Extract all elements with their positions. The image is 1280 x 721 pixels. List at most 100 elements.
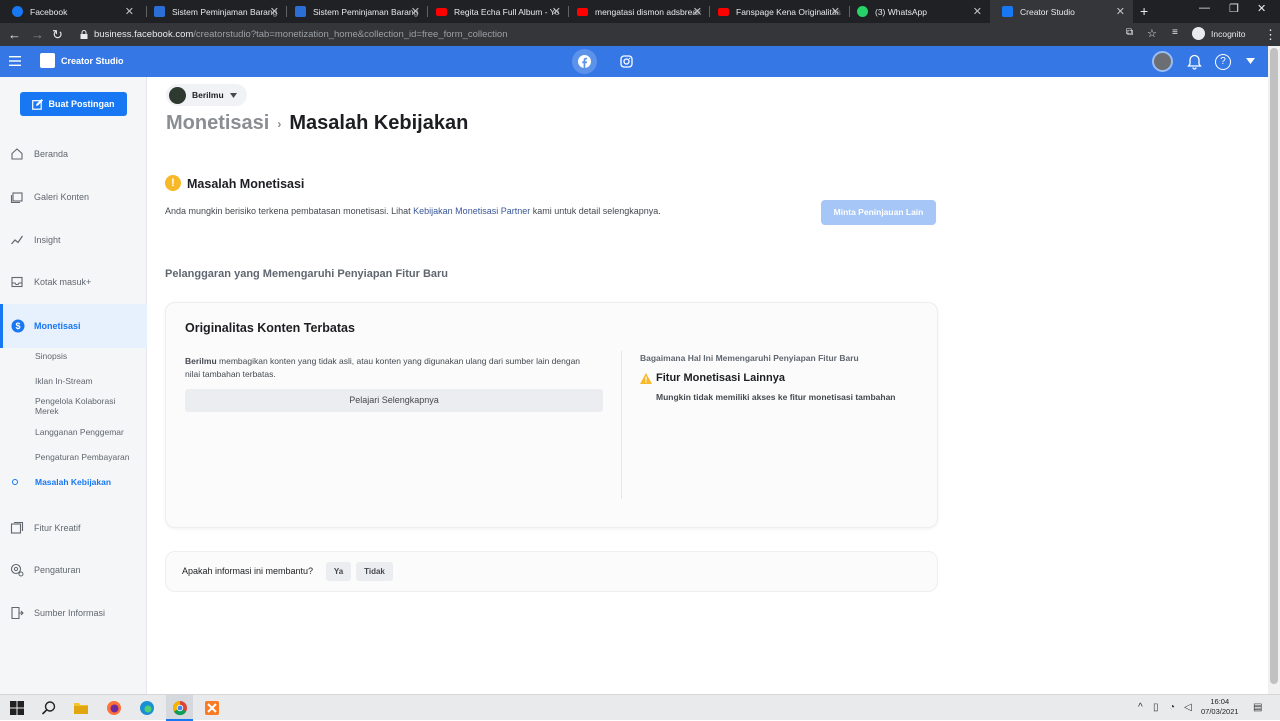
section-title: Pelanggaran yang Memengaruhi Penyiapan F…	[165, 268, 449, 280]
file-explorer-icon[interactable]	[73, 700, 89, 716]
sidebar-item-sumber-informasi[interactable]: Sumber Informasi	[0, 603, 147, 623]
sidebar: Buat Postingan Beranda Galeri Konten Ins…	[0, 77, 147, 694]
violation-description: Berilmu membagikan konten yang tidak asl…	[185, 356, 581, 379]
close-tab-icon[interactable]: ✕	[552, 5, 561, 18]
violation-title: Originalitas Konten Terbatas	[185, 321, 355, 335]
lock-icon	[80, 30, 88, 39]
page-avatar	[169, 86, 186, 104]
create-post-button[interactable]: Buat Postingan	[20, 92, 127, 116]
playlist-icon[interactable]: ≡	[1172, 27, 1178, 38]
sidebar-sub-langganan-penggemar[interactable]: Langganan Penggemar	[35, 427, 124, 437]
svg-text:$: $	[15, 321, 20, 331]
youtube-icon	[718, 7, 729, 16]
warning-triangle-icon	[640, 373, 652, 384]
impact-heading: Bagaimana Hal Ini Memengaruhi Penyiapan …	[640, 353, 859, 363]
chevron-up-icon[interactable]: ^	[1138, 702, 1143, 713]
chevron-right-icon: ›	[277, 116, 282, 131]
battery-icon[interactable]: ▯	[1153, 702, 1159, 713]
feedback-no-button[interactable]: Tidak	[356, 562, 393, 581]
tab-creator-studio[interactable]: Creator Studio ✕	[990, 0, 1133, 23]
tab-sistem-2[interactable]: Sistem Peminjaman Barang ✕	[283, 0, 428, 23]
tab-facebook[interactable]: Facebook ✕	[0, 0, 142, 23]
warning-icon: !	[165, 175, 181, 191]
learn-more-button[interactable]: Pelajari Selengkapnya	[185, 389, 603, 412]
notifications-icon[interactable]: ▤	[1253, 702, 1262, 713]
forward-icon[interactable]: →	[31, 27, 44, 42]
edge-icon[interactable]	[139, 700, 155, 716]
close-tab-icon[interactable]: ✕	[411, 5, 420, 18]
sidebar-item-monetisasi[interactable]: $ Monetisasi	[0, 304, 147, 348]
new-tab-button[interactable]: +	[1140, 3, 1148, 19]
sidebar-sub-sinopsis[interactable]: Sinopsis	[35, 351, 67, 361]
instagram-icon[interactable]	[620, 55, 633, 68]
edit-icon	[32, 98, 44, 110]
address-bar[interactable]: business.facebook.com/creatorstudio?tab=…	[75, 26, 1165, 43]
help-icon[interactable]: ?	[1215, 54, 1231, 70]
breadcrumb-parent[interactable]: Monetisasi	[166, 112, 269, 135]
windows-start-icon[interactable]	[9, 700, 25, 716]
sidebar-item-beranda[interactable]: Beranda	[0, 144, 147, 164]
creator-studio-icon	[1002, 6, 1013, 17]
dollar-icon: $	[11, 319, 25, 333]
request-review-button[interactable]: Minta Peninjauan Lain	[821, 200, 936, 225]
feedback-yes-button[interactable]: Ya	[326, 562, 351, 581]
tab-dismon[interactable]: mengatasi dismon adsbreak ✕	[565, 0, 710, 23]
gallery-icon	[10, 192, 23, 204]
creator-studio-header: Creator Studio ?	[0, 46, 1268, 77]
page-scrollbar[interactable]	[1268, 46, 1280, 694]
sidebar-sub-pengaturan-pembayaran[interactable]: Pengaturan Pembayaran	[35, 452, 130, 462]
search-icon[interactable]	[41, 700, 57, 716]
tab-fanspage[interactable]: Fanspage Kena Originalitas ✕	[706, 0, 848, 23]
tab-sistem-1[interactable]: Sistem Peminjaman Barang ✕	[142, 0, 287, 23]
wifi-icon[interactable]: ◔	[1169, 702, 1175, 713]
star-icon[interactable]: ☆	[1147, 27, 1157, 40]
feedback-card: Apakah informasi ini membantu? Ya Tidak	[165, 551, 938, 592]
sidebar-item-galeri-konten[interactable]: Galeri Konten	[0, 187, 147, 207]
close-tab-icon[interactable]: ✕	[270, 5, 279, 18]
close-tab-icon[interactable]: ✕	[693, 5, 702, 18]
firefox-icon[interactable]	[106, 700, 122, 716]
chevron-down-icon[interactable]	[1246, 58, 1255, 64]
sidebar-item-kotak-masuk[interactable]: Kotak masuk+	[0, 272, 147, 292]
profile-avatar[interactable]	[1152, 51, 1173, 72]
resources-icon	[11, 606, 24, 620]
tab-regita[interactable]: Regita Echa Full Album - Yo ✕	[424, 0, 569, 23]
sidebar-sub-pengelola-kolaborasi[interactable]: Pengelola Kolaborasi Merek	[35, 396, 130, 416]
system-clock[interactable]: 16:04 07/03/2021	[1201, 697, 1239, 717]
window-close-button[interactable]: ✕	[1257, 2, 1266, 15]
reload-icon[interactable]: ↻	[52, 27, 63, 43]
close-tab-icon[interactable]: ✕	[831, 5, 840, 18]
sidebar-sub-masalah-kebijakan[interactable]: Masalah Kebijakan	[35, 477, 111, 487]
inbox-icon	[11, 276, 23, 288]
facebook-tab-button[interactable]	[572, 49, 597, 74]
translate-icon[interactable]: ⧉	[1126, 27, 1133, 38]
chrome-icon[interactable]	[172, 700, 188, 716]
xampp-icon[interactable]	[204, 700, 220, 716]
chart-icon	[11, 235, 23, 245]
home-icon	[11, 148, 23, 160]
close-tab-icon[interactable]: ✕	[973, 5, 982, 18]
close-tab-icon[interactable]: ✕	[1116, 5, 1125, 18]
browser-menu-icon[interactable]: ⋮	[1264, 27, 1277, 43]
sidebar-item-insight[interactable]: Insight	[0, 230, 147, 250]
restore-button[interactable]: ❐	[1229, 2, 1239, 15]
sidebar-item-fitur-kreatif[interactable]: Fitur Kreatif	[0, 518, 147, 538]
minimize-button[interactable]: —	[1199, 2, 1210, 14]
incognito-indicator[interactable]: Incognito	[1192, 27, 1246, 40]
tab-whatsapp[interactable]: (3) WhatsApp ✕	[845, 0, 990, 23]
close-tab-icon[interactable]: ✕	[125, 5, 134, 18]
impact-title: Fitur Monetisasi Lainnya	[656, 372, 785, 384]
policy-link[interactable]: Kebijakan Monetisasi Partner	[413, 206, 530, 216]
incognito-icon	[1192, 27, 1205, 40]
hamburger-menu-icon[interactable]	[9, 56, 21, 66]
youtube-icon	[577, 7, 588, 16]
account-selector[interactable]: Berilmu	[166, 84, 247, 106]
feedback-question: Apakah informasi ini membantu?	[182, 566, 314, 576]
notification-bell-icon[interactable]	[1187, 54, 1202, 70]
sidebar-sub-iklan-in-stream[interactable]: Iklan In-Stream	[35, 376, 93, 386]
sidebar-item-pengaturan[interactable]: Pengaturan	[0, 560, 147, 580]
youtube-icon	[436, 7, 447, 16]
breadcrumb: Monetisasi › Masalah Kebijakan	[166, 112, 468, 135]
volume-icon[interactable]: ◁	[1184, 702, 1192, 713]
back-icon[interactable]: ←	[8, 27, 21, 42]
